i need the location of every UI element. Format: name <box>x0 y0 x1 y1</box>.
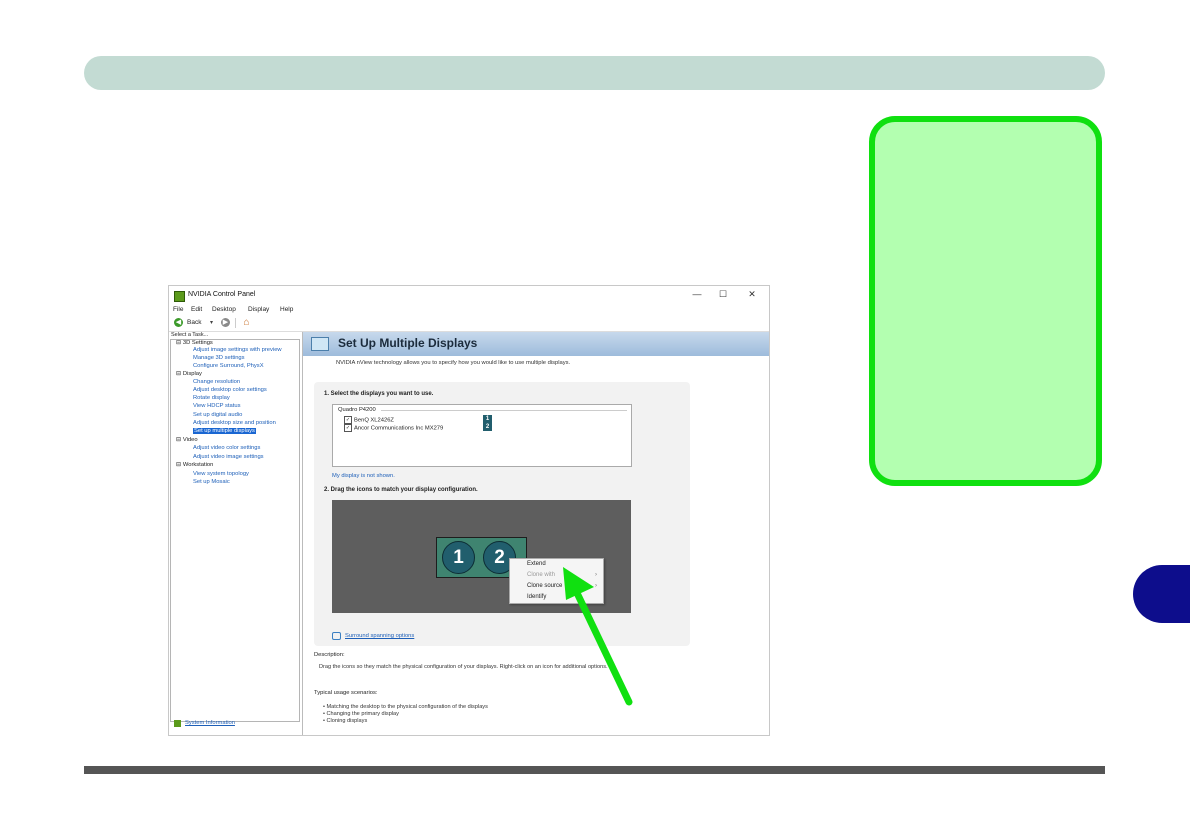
displays-icon <box>311 337 329 351</box>
display-row-1[interactable]: ✓ BenQ XL2426Z <box>344 416 394 424</box>
tree-category-label: Display <box>182 371 202 377</box>
display-1-checkbox[interactable]: ✓ <box>344 416 352 424</box>
tree-item[interactable]: Adjust video color settings <box>193 445 260 451</box>
surround-icon <box>332 632 341 640</box>
usage-item: • Changing the primary display <box>323 711 399 717</box>
menu-file[interactable]: File <box>173 306 183 313</box>
tree-item[interactable]: Configure Surround, PhysX <box>193 363 264 369</box>
tree-item[interactable]: Change resolution <box>193 379 240 385</box>
tree-item[interactable]: Adjust video image settings <box>193 454 264 460</box>
collapse-icon[interactable]: ⊟ <box>176 462 181 468</box>
menu-bar: File Edit Desktop Display Help <box>169 306 769 316</box>
intro-text: NVIDIA nView technology allows you to sp… <box>336 360 571 366</box>
page-banner: Set Up Multiple Displays <box>303 332 769 356</box>
page-header-bar <box>84 56 1105 90</box>
collapse-icon[interactable]: ⊟ <box>176 437 181 443</box>
tree-category[interactable]: ⊟ Display <box>176 371 202 377</box>
collapse-icon[interactable]: ⊟ <box>176 340 181 346</box>
monitor-1-icon[interactable]: 1 <box>442 541 475 574</box>
display-2-checkbox[interactable]: ✓ <box>344 424 352 432</box>
maximize-button[interactable]: ☐ <box>716 289 730 300</box>
menu-item-clone-source[interactable]: Clone source <box>527 583 562 589</box>
context-menu: Extend Clone with › Clone source › Ident… <box>509 558 604 604</box>
home-icon[interactable]: ⌂ <box>241 317 252 328</box>
close-button[interactable]: ✕ <box>745 289 759 300</box>
menu-help[interactable]: Help <box>280 306 293 313</box>
chevron-down-icon[interactable]: ▾ <box>210 319 213 326</box>
menu-item-clone-with: Clone with <box>527 572 556 578</box>
chapter-tab <box>1133 565 1190 623</box>
display-1-name: BenQ XL2426Z <box>354 417 394 424</box>
tree-category[interactable]: ⊟ 3D Settings <box>176 340 213 346</box>
display-row-2[interactable]: ✓ Ancor Communications Inc MX279 <box>344 424 443 432</box>
arrow-right-icon[interactable]: ▶ <box>221 318 230 327</box>
display-arrangement-area[interactable]: 1 2 Extend Clone with › Clone source › I… <box>332 500 631 613</box>
display-list: Quadro P4200 ✓ BenQ XL2426Z 1 ✓ Ancor Comm… <box>332 404 632 467</box>
menu-desktop[interactable]: Desktop <box>212 306 236 313</box>
sidebar-heading: Select a Task... <box>171 332 209 338</box>
tree-item[interactable]: Rotate display <box>193 395 230 401</box>
tree-item[interactable]: Set up multiple displays <box>193 428 256 434</box>
display-2-badge: 2 <box>483 423 492 431</box>
step2-heading: 2. Drag the icons to match your display … <box>324 487 478 493</box>
info-icon <box>174 720 181 727</box>
tree-item[interactable]: Set up Mosaic <box>193 479 230 485</box>
tree-category[interactable]: ⊟ Video <box>176 437 198 443</box>
arrow-left-icon[interactable]: ◀ <box>174 318 183 327</box>
title-bar: NVIDIA Control Panel — ☐ ✕ <box>169 286 769 306</box>
task-sidebar: Select a Task... ⊟ 3D Settings Adjust imag… <box>169 332 303 735</box>
tree-item[interactable]: Adjust image settings with preview <box>193 347 282 353</box>
step1-heading: 1. Select the displays you want to use. <box>324 391 434 397</box>
nvidia-logo-icon <box>174 291 185 302</box>
tree-item[interactable]: Adjust desktop size and position <box>193 420 276 426</box>
description-heading: Description: <box>314 652 345 658</box>
tree-item[interactable]: View HDCP status <box>193 403 240 409</box>
collapse-icon[interactable]: ⊟ <box>176 371 181 377</box>
gpu-divider <box>381 410 627 411</box>
tree-category-label: 3D Settings <box>182 340 213 346</box>
nvidia-control-panel-window: NVIDIA Control Panel — ☐ ✕ File Edit Des… <box>168 285 770 736</box>
note-box <box>869 116 1102 486</box>
tree-item[interactable]: Set up digital audio <box>193 412 242 418</box>
toolbar: ◀ Back ▾ ▶ ⌂ <box>169 316 769 332</box>
tree-item[interactable]: View system topology <box>193 471 249 477</box>
page-title: Set Up Multiple Displays <box>338 336 478 350</box>
description-text: Drag the icons so they match the physica… <box>319 664 608 670</box>
surround-spanning-link[interactable]: Surround spanning options <box>345 633 414 639</box>
gpu-label: Quadro P4200 <box>338 407 376 413</box>
usage-item: • Cloning displays <box>323 718 368 724</box>
menu-item-extend[interactable]: Extend <box>527 561 546 567</box>
usage-heading: Typical usage scenarios: <box>314 690 378 696</box>
display-not-shown-link[interactable]: My display is not shown. <box>332 473 395 479</box>
menu-display[interactable]: Display <box>248 306 269 313</box>
tree-item[interactable]: Manage 3D settings <box>193 355 245 361</box>
system-information-link[interactable]: System Information <box>185 720 235 726</box>
menu-edit[interactable]: Edit <box>191 306 202 313</box>
tree-item[interactable]: Adjust desktop color settings <box>193 387 267 393</box>
display-2-name: Ancor Communications Inc MX279 <box>354 425 444 432</box>
tree-category[interactable]: ⊟ Workstation <box>176 462 213 468</box>
display-1-badge: 1 <box>483 415 492 423</box>
main-content: Set Up Multiple Displays NVIDIA nView te… <box>303 332 769 735</box>
tree-category-label: Video <box>182 437 198 443</box>
usage-item: • Matching the desktop to the physical c… <box>323 704 488 710</box>
chevron-right-icon: › <box>595 572 597 578</box>
window-title: NVIDIA Control Panel <box>188 291 256 298</box>
chevron-right-icon: › <box>595 583 597 589</box>
footer-rule <box>84 766 1105 774</box>
tree-category-label: Workstation <box>182 462 214 468</box>
minimize-button[interactable]: — <box>690 289 704 299</box>
task-tree: ⊟ 3D Settings Adjust image settings with p… <box>170 339 300 722</box>
toolbar-separator <box>235 318 236 328</box>
menu-item-identify[interactable]: Identify <box>527 594 546 600</box>
back-button[interactable]: Back <box>187 319 201 326</box>
